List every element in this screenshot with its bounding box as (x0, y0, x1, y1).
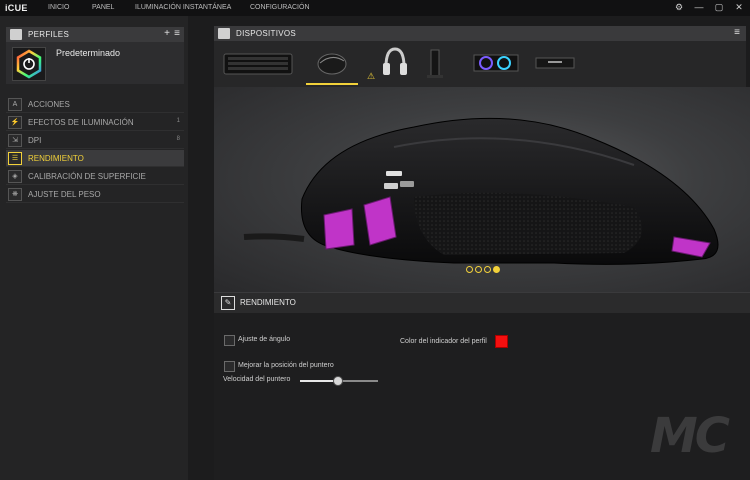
maximize-button[interactable]: ▢ (714, 2, 724, 13)
profiles-title: PERFILES (28, 30, 70, 39)
device-cooler[interactable] (470, 45, 522, 83)
count-badge: 8 (176, 136, 180, 142)
menu-item-label: DPI (28, 136, 42, 145)
warning-icon: ⚠ (367, 71, 376, 81)
menu-item-label: ACCIONES (28, 100, 70, 109)
nav-panel[interactable]: PANEL (92, 4, 114, 11)
menu-item-label: AJUSTE DEL PESO (28, 190, 101, 199)
device-strip: ⚠ (214, 41, 746, 87)
device-memory[interactable] (532, 45, 578, 83)
device-headset[interactable] (378, 45, 412, 83)
edit-icon: ✎ (221, 296, 235, 310)
menu-item-ajuste-peso[interactable]: ❋ AJUSTE DEL PESO (6, 186, 184, 203)
profile-indicator-label: Color del indicador del perfil (400, 338, 487, 345)
performance-header: ✎ RENDIMIENTO (214, 292, 750, 313)
device-mouse[interactable] (306, 45, 358, 85)
menu-item-label: RENDIMIENTO (28, 154, 84, 163)
mouse-illustration (243, 117, 719, 265)
close-button[interactable]: ✕ (734, 2, 744, 13)
angle-snap-label: Ajuste de ángulo (238, 336, 291, 343)
device-keyboard[interactable] (220, 45, 296, 83)
menu-item-dpi[interactable]: ⇲ DPI 8 (6, 132, 184, 149)
nav-configuracion[interactable]: CONFIGURACIÓN (250, 4, 310, 11)
left-panel: PERFILES + ≡ Predeterminado A ACCIONES ⚡… (0, 16, 188, 480)
weight-icon: ❋ (8, 188, 22, 201)
pointer-precision-label: Mejorar la posición del puntero (238, 362, 334, 369)
lighting-icon: ⚡ (8, 116, 22, 129)
watermark-logo: MC (650, 408, 730, 464)
device-headset-stand[interactable] (422, 45, 448, 83)
pointer-speed-label: Velocidad del puntero (223, 376, 291, 383)
menu-item-rendimiento[interactable]: ☰ RENDIMIENTO (6, 150, 184, 167)
menu-item-label: EFECTOS DE ILUMINACIÓN (28, 118, 134, 127)
profile-card[interactable]: Predeterminado (6, 42, 184, 84)
pointer-precision-checkbox[interactable] (224, 361, 235, 372)
profile-name: Predeterminado (56, 48, 121, 58)
carousel-dot[interactable] (466, 266, 473, 273)
settings-icon[interactable]: ⚙ (674, 2, 684, 13)
performance-title: RENDIMIENTO (240, 298, 296, 307)
add-profile-button[interactable]: + (164, 28, 170, 39)
profiles-menu-icon[interactable]: ≡ (174, 28, 180, 39)
title-bar: iCUE INICIO PANEL ILUMINACIÓN INSTANTÁNE… (0, 0, 750, 16)
profile-indicator-color-swatch[interactable] (495, 335, 508, 348)
performance-icon: ☰ (8, 152, 22, 165)
actions-icon: A (8, 98, 22, 111)
minimize-button[interactable]: — (694, 2, 704, 13)
menu-item-efectos[interactable]: ⚡ EFECTOS DE ILUMINACIÓN 1 (6, 114, 184, 131)
menu-item-label: CALIBRACIÓN DE SUPERFICIE (28, 172, 146, 181)
devices-title: DISPOSITIVOS (236, 29, 297, 38)
carousel-dot[interactable] (475, 266, 482, 273)
calibration-icon: ◈ (8, 170, 22, 183)
slider-fill (300, 380, 338, 382)
slider-knob[interactable] (333, 376, 344, 386)
angle-snap-checkbox[interactable] (224, 335, 235, 346)
profile-icon (12, 47, 46, 81)
profiles-icon (10, 29, 22, 40)
devices-header: DISPOSITIVOS ≡ (214, 26, 746, 41)
device-preview (214, 87, 750, 292)
nav-inicio[interactable]: INICIO (48, 4, 69, 11)
carousel-dot[interactable] (484, 266, 491, 273)
dpi-icon: ⇲ (8, 134, 22, 147)
devices-icon (218, 28, 230, 39)
carousel-dot-active[interactable] (493, 266, 500, 273)
menu-item-acciones[interactable]: A ACCIONES (6, 96, 184, 113)
profiles-header: PERFILES + ≡ (6, 27, 184, 43)
nav-iluminacion-instantanea[interactable]: ILUMINACIÓN INSTANTÁNEA (135, 4, 231, 11)
pointer-speed-slider[interactable] (300, 376, 378, 386)
devices-menu-icon[interactable]: ≡ (734, 27, 740, 38)
menu-item-calibracion[interactable]: ◈ CALIBRACIÓN DE SUPERFICIE (6, 168, 184, 185)
app-title: iCUE (5, 3, 28, 13)
count-badge: 1 (176, 118, 180, 124)
